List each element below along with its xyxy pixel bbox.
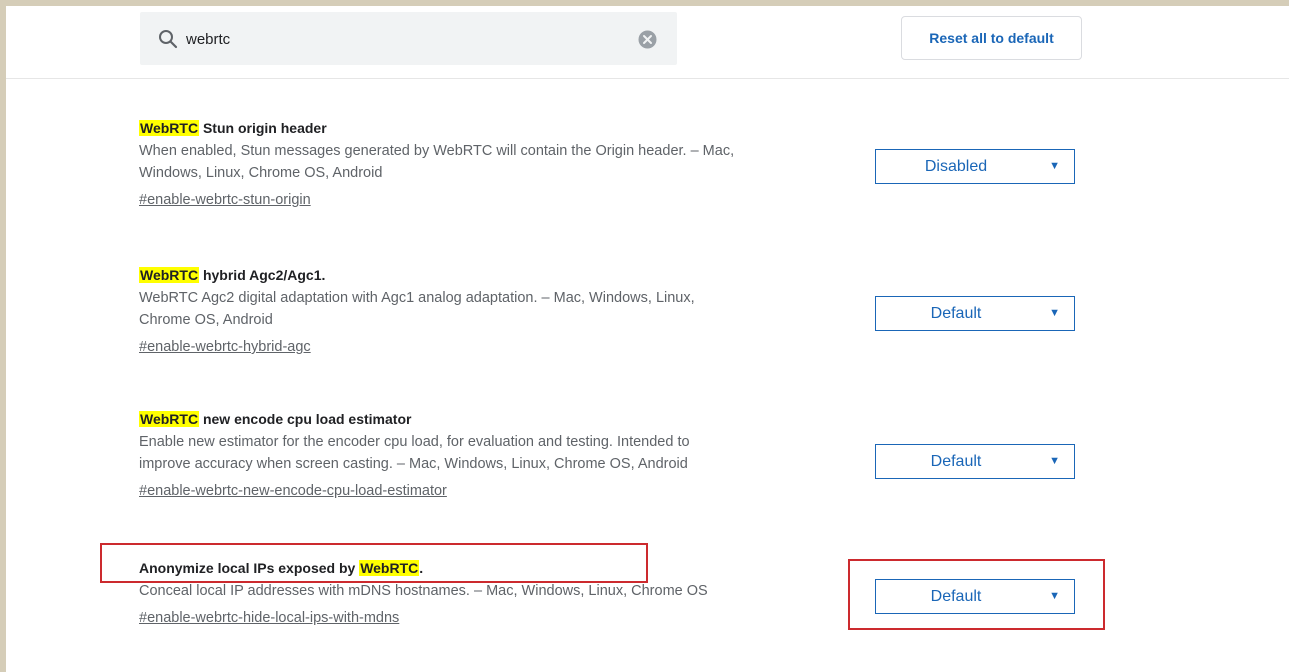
flag-item-cpu-load-estimator: WebRTC new encode cpu load estimator Ena… <box>139 409 859 501</box>
flag-description-line: Enable new estimator for the encoder cpu… <box>139 434 690 450</box>
dropdown-arrow-icon: ▼ <box>1049 455 1060 467</box>
flag-anchor-link[interactable]: #enable-webrtc-hybrid-agc <box>139 337 311 357</box>
select-value: Default <box>930 453 982 470</box>
flag-title-text: Stun origin header <box>199 120 327 136</box>
flag-title-text: hybrid Agc2/Agc1. <box>199 267 326 283</box>
search-highlight: WebRTC <box>139 411 200 427</box>
dropdown-arrow-icon: ▼ <box>1049 307 1060 319</box>
flag-item-hybrid-agc: WebRTC hybrid Agc2/Agc1. WebRTC Agc2 dig… <box>139 265 859 357</box>
flag-description-line: WebRTC Agc2 digital adaptation with Agc1… <box>139 290 695 306</box>
select-value: Disabled <box>924 158 988 175</box>
reset-all-button[interactable]: Reset all to default <box>901 16 1082 60</box>
select-value: Default <box>930 305 982 322</box>
flag-select-hybrid-agc[interactable]: Default ▼ <box>875 296 1075 331</box>
search-input[interactable] <box>184 25 628 53</box>
flag-description: Conceal local IP addresses with mDNS hos… <box>139 580 859 602</box>
flag-description-line: improve accuracy when screen casting. – … <box>139 456 688 472</box>
flag-description: When enabled, Stun messages generated by… <box>139 140 859 184</box>
annotation-box-title <box>100 543 648 583</box>
search-icon <box>159 30 178 49</box>
clear-icon[interactable] <box>638 30 657 49</box>
flag-description-line: Chrome OS, Android <box>139 312 273 328</box>
search-highlight: WebRTC <box>139 267 200 283</box>
flag-anchor-link[interactable]: #enable-webrtc-new-encode-cpu-load-estim… <box>139 481 447 501</box>
flag-title: WebRTC Stun origin header <box>139 118 859 138</box>
flag-select-stun-origin[interactable]: Disabled ▼ <box>875 149 1075 184</box>
annotation-box-select <box>848 559 1105 630</box>
dropdown-arrow-icon: ▼ <box>1049 160 1060 172</box>
flags-page: Reset all to default WebRTC Stun origin … <box>6 6 1289 672</box>
flag-description-line: Windows, Linux, Chrome OS, Android <box>139 165 383 181</box>
flag-item-stun-origin: WebRTC Stun origin header When enabled, … <box>139 118 859 210</box>
flag-description-line: Conceal local IP addresses with mDNS hos… <box>139 583 708 599</box>
flag-title: WebRTC hybrid Agc2/Agc1. <box>139 265 859 285</box>
search-highlight: WebRTC <box>139 120 200 136</box>
flag-select-cpu-load-estimator[interactable]: Default ▼ <box>875 444 1075 479</box>
search-box[interactable] <box>140 12 677 65</box>
flag-title-text: new encode cpu load estimator <box>199 411 412 427</box>
flag-description: WebRTC Agc2 digital adaptation with Agc1… <box>139 287 859 331</box>
flag-description: Enable new estimator for the encoder cpu… <box>139 431 859 475</box>
search-header: Reset all to default <box>6 6 1289 79</box>
flag-anchor-link[interactable]: #enable-webrtc-hide-local-ips-with-mdns <box>139 608 399 628</box>
flag-anchor-link[interactable]: #enable-webrtc-stun-origin <box>139 190 311 210</box>
flag-description-line: When enabled, Stun messages generated by… <box>139 143 735 159</box>
flag-title: WebRTC new encode cpu load estimator <box>139 409 859 429</box>
